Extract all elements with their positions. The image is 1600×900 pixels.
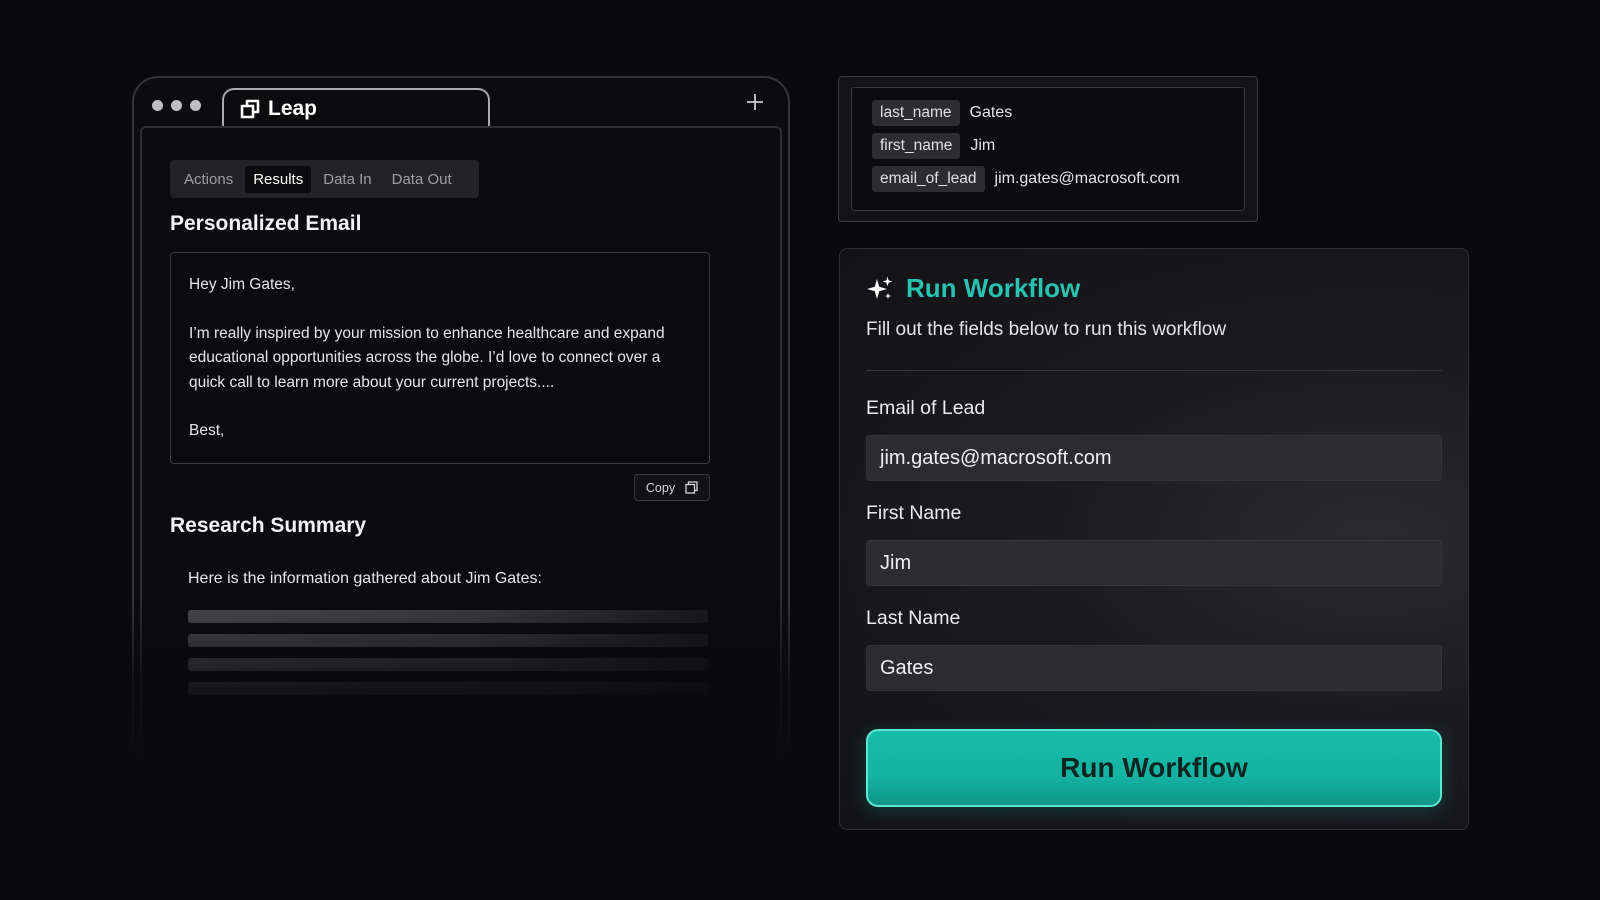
email-textbox[interactable]: Hey Jim Gates, I’m really inspired by yo… xyxy=(170,252,710,464)
skeleton-line xyxy=(188,610,708,623)
variables-list: last_name Gates first_name Jim email_of_… xyxy=(851,87,1245,211)
window-dot[interactable] xyxy=(190,100,201,111)
copy-button[interactable]: Copy xyxy=(634,474,710,501)
run-workflow-panel: Run Workflow Fill out the fields below t… xyxy=(839,248,1469,830)
tab-actions[interactable]: Actions xyxy=(176,166,241,193)
research-intro: Here is the information gathered about J… xyxy=(188,570,542,587)
results-panel: Actions Results Data In Data Out Persona… xyxy=(140,126,782,766)
plus-icon xyxy=(747,94,763,110)
variable-value: Jim xyxy=(970,137,996,154)
tab-title: Leap xyxy=(268,97,318,120)
research-heading: Research Summary xyxy=(170,514,367,537)
variable-row: email_of_lead jim.gates@macrosoft.com xyxy=(872,166,1224,192)
last-name-input[interactable]: Gates xyxy=(866,645,1442,691)
copy-label: Copy xyxy=(645,480,676,495)
email-body: I’m really inspired by your mission to e… xyxy=(189,324,665,391)
skeleton-line xyxy=(188,658,708,671)
run-workflow-button[interactable]: Run Workflow xyxy=(866,729,1442,807)
variables-card: last_name Gates first_name Jim email_of_… xyxy=(838,76,1258,222)
panel-header: Run Workflow xyxy=(866,273,1080,304)
browser-window: Leap Actions Results Data In Data Out Pe… xyxy=(132,76,790,766)
panel-subtitle: Fill out the fields below to run this wo… xyxy=(866,319,1227,340)
tab-data-out[interactable]: Data Out xyxy=(384,166,460,193)
email-signoff: Best, xyxy=(189,422,225,439)
variable-key: email_of_lead xyxy=(872,166,985,192)
tab-results[interactable]: Results xyxy=(245,165,312,193)
variable-value: jim.gates@macrosoft.com xyxy=(994,170,1180,187)
first-name-label: First Name xyxy=(866,502,962,524)
browser-tab-leap[interactable]: Leap xyxy=(222,88,490,128)
window-dot[interactable] xyxy=(152,100,163,111)
skeleton-line xyxy=(188,682,708,695)
sparkle-icon xyxy=(867,276,893,299)
tab-data-in[interactable]: Data In xyxy=(315,166,379,193)
leap-logo-icon xyxy=(240,99,260,119)
window-dot[interactable] xyxy=(171,100,182,111)
window-controls xyxy=(152,100,201,111)
variable-row: last_name Gates xyxy=(872,100,1224,126)
view-tabs: Actions Results Data In Data Out xyxy=(170,160,479,198)
new-tab-button[interactable] xyxy=(744,92,766,114)
email-heading: Personalized Email xyxy=(170,212,362,235)
skeleton-line xyxy=(188,634,708,647)
email-of-lead-label: Email of Lead xyxy=(866,397,986,419)
email-of-lead-input[interactable]: jim.gates@macrosoft.com xyxy=(866,435,1442,481)
copy-icon xyxy=(685,481,698,494)
last-name-label: Last Name xyxy=(866,607,961,629)
variable-row: first_name Jim xyxy=(872,133,1224,159)
first-name-input[interactable]: Jim xyxy=(866,540,1442,586)
variable-value: Gates xyxy=(969,104,1013,121)
divider xyxy=(866,370,1442,371)
panel-title: Run Workflow xyxy=(906,273,1081,303)
email-greeting: Hey Jim Gates, xyxy=(189,276,295,293)
variable-key: last_name xyxy=(872,100,960,126)
variable-key: first_name xyxy=(872,133,961,159)
